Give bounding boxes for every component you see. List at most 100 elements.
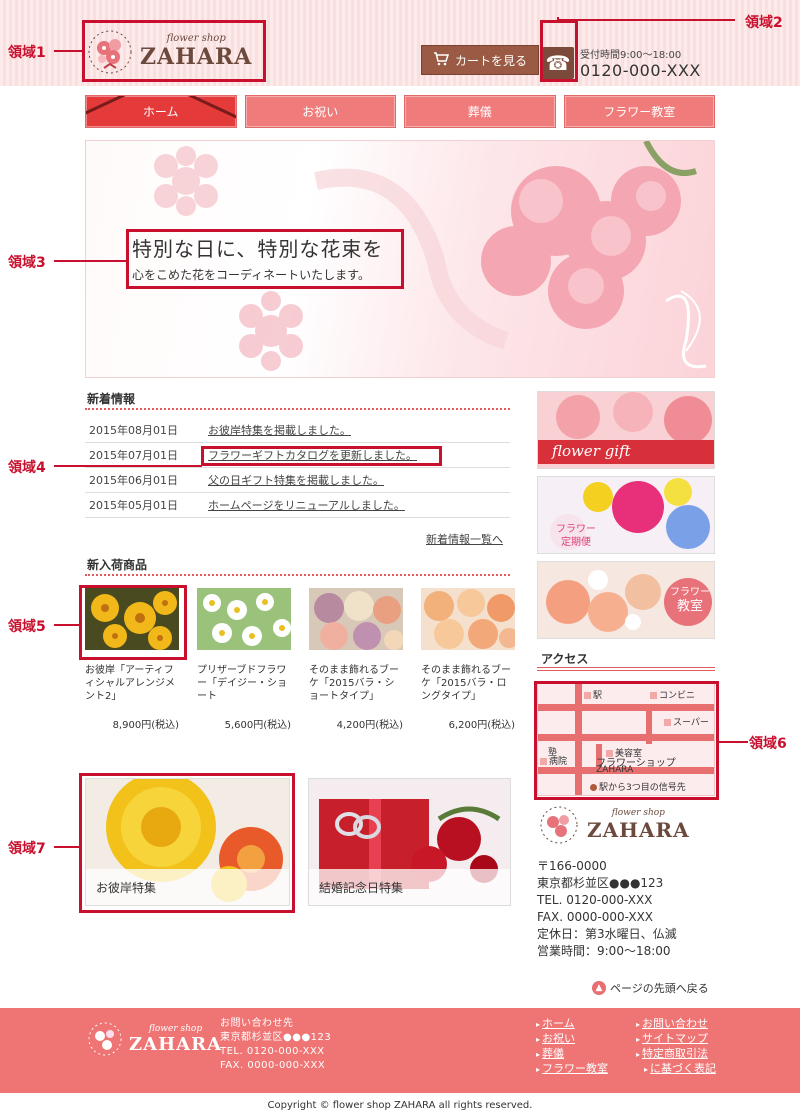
product-price: 4,200円(税込) bbox=[336, 720, 403, 731]
logo-title: ZAHARA bbox=[140, 44, 253, 70]
phone-contact: ☎ 受付時間9:00～18:00 0120-000-XXX bbox=[542, 45, 701, 81]
product-image[interactable] bbox=[309, 588, 403, 650]
annotation-label-4: 領域4 bbox=[8, 460, 46, 476]
access-divider bbox=[537, 667, 715, 671]
flower-gift-banner[interactable]: flower gift bbox=[537, 391, 715, 469]
higan-feature-banner[interactable]: お彼岸特集 bbox=[85, 778, 290, 906]
footer-link-celebration[interactable]: お祝い bbox=[542, 1032, 575, 1045]
nav-celebration[interactable]: お祝い bbox=[244, 95, 396, 128]
sidebar-logo-flower-icon bbox=[540, 806, 578, 844]
news-item: 2015年05月01日 ホームページをリニューアルしました。 bbox=[85, 493, 510, 518]
flower-class-banner[interactable]: フラワー 教室 bbox=[537, 561, 715, 639]
footer-contact-line: お問い合わせ先 bbox=[220, 1018, 294, 1029]
news-link[interactable]: ホームページをリニューアルしました。 bbox=[208, 497, 405, 513]
product-card[interactable]: そのまま飾れるブーケ「2015バラ・ロングタイプ」 6,200円(税込) bbox=[421, 588, 515, 731]
annotation-label-2: 領域2 bbox=[745, 15, 783, 31]
map-directions-label: 駅から3つ目の信号先 bbox=[599, 783, 686, 793]
news-date: 2015年07月01日 bbox=[89, 449, 178, 462]
anniversary-feature-banner[interactable]: 結婚記念日特集 bbox=[308, 778, 511, 906]
news-date: 2015年08月01日 bbox=[89, 424, 178, 437]
news-link[interactable]: 父の日ギフト特集を掲載しました。 bbox=[208, 472, 384, 488]
product-name[interactable]: プリザーブドフラワー「デイジー・ショート bbox=[197, 664, 291, 716]
annotation-label-5: 領域5 bbox=[8, 619, 46, 635]
footer-contact-line: TEL. 0120-000-XXX bbox=[220, 1046, 325, 1057]
anniversary-feature-label: 結婚記念日特集 bbox=[309, 869, 510, 905]
map-station-label: 駅 bbox=[593, 691, 603, 701]
shop-address: 〒166-0000 東京都杉並区●●●123 TEL. 0120-000-XXX… bbox=[537, 858, 677, 960]
annotation-label-7: 領域7 bbox=[8, 841, 46, 857]
address-line: TEL. 0120-000-XXX bbox=[537, 893, 653, 907]
news-item: 2015年06月01日 父の日ギフト特集を掲載しました。 bbox=[85, 468, 510, 493]
phone-number: 0120-000-XXX bbox=[580, 61, 701, 80]
product-image[interactable] bbox=[421, 588, 515, 650]
cart-icon bbox=[433, 51, 450, 69]
product-card[interactable]: プリザーブドフラワー「デイジー・ショート 5,600円(税込) bbox=[197, 588, 291, 731]
map-super-label: スーパー bbox=[673, 718, 709, 728]
news-item: 2015年08月01日 お彼岸特集を掲載しました。 bbox=[85, 418, 510, 443]
annotation-label-1: 領域1 bbox=[8, 45, 46, 61]
product-price: 6,200円(税込) bbox=[448, 720, 515, 731]
product-price: 5,600円(税込) bbox=[224, 720, 291, 731]
footer-link-funeral[interactable]: 葬儀 bbox=[542, 1047, 564, 1060]
nav-flower-class[interactable]: フラワー教室 bbox=[563, 95, 715, 128]
sidebar-logo-title: ZAHARA bbox=[587, 818, 690, 842]
sidebar-logo-subtitle: flower shop bbox=[611, 808, 665, 818]
footer-link-home[interactable]: ホーム bbox=[542, 1017, 575, 1030]
address-line: 定休日：第3水曜日、仏滅 bbox=[537, 927, 677, 941]
footer: flower shop ZAHARA お問い合わせ先 東京都杉並区●●●123 … bbox=[0, 1008, 800, 1093]
product-name[interactable]: そのまま飾れるブーケ「2015バラ・ロングタイプ」 bbox=[421, 664, 515, 716]
class-label-line2: 教室 bbox=[676, 599, 703, 614]
flower-subscription-banner[interactable]: フラワー 定期便 bbox=[537, 476, 715, 554]
copyright: Copyright © flower shop ZAHARA all right… bbox=[267, 1100, 533, 1111]
product-name[interactable]: そのまま飾れるブーケ「2015バラ・ショートタイプ」 bbox=[309, 664, 403, 716]
news-date: 2015年05月01日 bbox=[89, 499, 178, 512]
logo-flower-icon bbox=[86, 28, 134, 76]
class-label-line1: フラワー bbox=[670, 587, 710, 598]
hero-title: 特別な日に、特別な花束を bbox=[132, 237, 384, 261]
footer-logo-flower-icon bbox=[88, 1022, 122, 1056]
map-hospital-label: 病院 bbox=[549, 757, 568, 767]
view-cart-button[interactable]: カートを見る bbox=[421, 45, 539, 75]
product-name[interactable]: お彼岸「アーティフィシャルアレンジメント2」 bbox=[85, 664, 179, 716]
map-pin-icon bbox=[590, 784, 597, 791]
footer-link-legal[interactable]: 特定商取引法 bbox=[642, 1047, 708, 1060]
higan-feature-label: お彼岸特集 bbox=[86, 869, 289, 905]
footer-nav-col1: ホーム お祝い 葬儀 フラワー教室 bbox=[536, 1017, 608, 1077]
nav-home[interactable]: ホーム bbox=[85, 95, 237, 128]
footer-link-legal-cont[interactable]: に基づく表記 bbox=[650, 1062, 716, 1075]
main-nav: ホーム お祝い 葬儀 フラワー教室 bbox=[85, 95, 715, 128]
product-list: お彼岸「アーティフィシャルアレンジメント2」 8,900円(税込) プリザーブド… bbox=[85, 588, 515, 731]
news-more-link[interactable]: 新着情報一覧へ bbox=[426, 531, 503, 547]
footer-logo[interactable]: flower shop ZAHARA bbox=[85, 1020, 222, 1058]
telephone-icon: ☎ bbox=[542, 47, 574, 79]
products-divider bbox=[85, 574, 510, 576]
footer-nav-col2: お問い合わせ サイトマップ 特定商取引法 に基づく表記 bbox=[636, 1017, 716, 1077]
footer-link-flower-class[interactable]: フラワー教室 bbox=[542, 1062, 608, 1075]
product-card[interactable]: そのまま飾れるブーケ「2015バラ・ショートタイプ」 4,200円(税込) bbox=[309, 588, 403, 731]
footer-contact-line: 東京都杉並区●●●123 bbox=[220, 1032, 332, 1043]
product-image[interactable] bbox=[197, 588, 291, 650]
footer-link-contact[interactable]: お問い合わせ bbox=[642, 1017, 708, 1030]
nav-funeral[interactable]: 葬儀 bbox=[404, 95, 556, 128]
address-line: 営業時間：9:00～18:00 bbox=[537, 944, 671, 958]
product-image[interactable] bbox=[85, 588, 179, 650]
subscription-label-line1: フラワー bbox=[556, 524, 596, 535]
access-map[interactable]: 駅 コンビニ スーパー 塾 美容室 病院 フラワーショップ ZAHARA 駅から… bbox=[537, 683, 715, 796]
product-card[interactable]: お彼岸「アーティフィシャルアレンジメント2」 8,900円(税込) bbox=[85, 588, 179, 731]
annotation-label-3: 領域3 bbox=[8, 255, 46, 271]
flower-gift-label: flower gift bbox=[552, 442, 631, 460]
news-date: 2015年06月01日 bbox=[89, 474, 178, 487]
footer-link-sitemap[interactable]: サイトマップ bbox=[642, 1032, 708, 1045]
footer-logo-title: ZAHARA bbox=[129, 1033, 223, 1055]
news-link[interactable]: お彼岸特集を掲載しました。 bbox=[208, 422, 351, 438]
page-top-link[interactable]: ▲ ページの先頭へ戻る bbox=[592, 980, 709, 996]
news-section-title: 新着情報 bbox=[87, 392, 136, 406]
logo[interactable]: flower shop ZAHARA bbox=[82, 21, 265, 82]
hero-subtitle: 心をこめた花をコーディネートいたします。 bbox=[132, 268, 370, 282]
chevron-up-icon: ▲ bbox=[592, 981, 606, 995]
hero-banner: 特別な日に、特別な花束を 心をこめた花をコーディネートいたします。 bbox=[85, 140, 715, 378]
address-line: FAX. 0000-000-XXX bbox=[537, 910, 654, 924]
logo-subtitle: flower shop bbox=[166, 33, 226, 44]
products-section-title: 新入荷商品 bbox=[87, 558, 148, 572]
news-link[interactable]: フラワーギフトカタログを更新しました。 bbox=[208, 447, 417, 463]
